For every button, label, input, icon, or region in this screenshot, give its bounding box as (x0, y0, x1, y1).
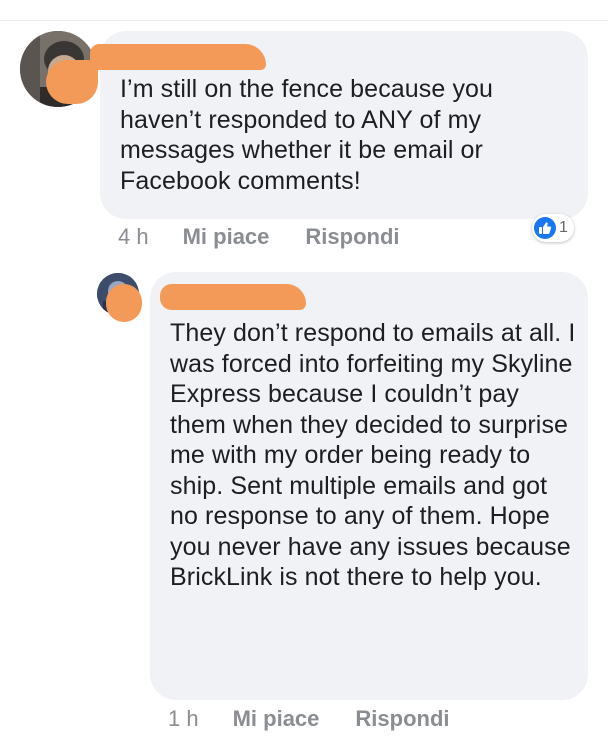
comment-time: 1 h (168, 706, 199, 731)
comment-actions: 1 h Mi piace Rispondi (168, 706, 450, 732)
reply-button[interactable]: Rispondi (355, 706, 449, 732)
like-button[interactable]: Mi piace (233, 706, 320, 732)
redacted-name (90, 44, 266, 70)
comment-time: 4 h (118, 224, 149, 249)
reaction-count-badge[interactable]: 1 (532, 214, 574, 242)
like-button[interactable]: Mi piace (183, 224, 270, 250)
comment-actions: 4 h Mi piace Rispondi (118, 224, 400, 250)
comment-text: They don’t respond to emails at all. I w… (170, 319, 576, 591)
redacted-avatar (46, 60, 98, 104)
top-divider (0, 20, 608, 21)
thumbs-up-icon (534, 217, 556, 239)
redacted-avatar (106, 284, 142, 322)
comment-text: I’m still on the fence because you haven… (120, 75, 494, 195)
redacted-name (160, 284, 306, 310)
reaction-count: 1 (559, 219, 568, 236)
reply-button[interactable]: Rispondi (305, 224, 399, 250)
